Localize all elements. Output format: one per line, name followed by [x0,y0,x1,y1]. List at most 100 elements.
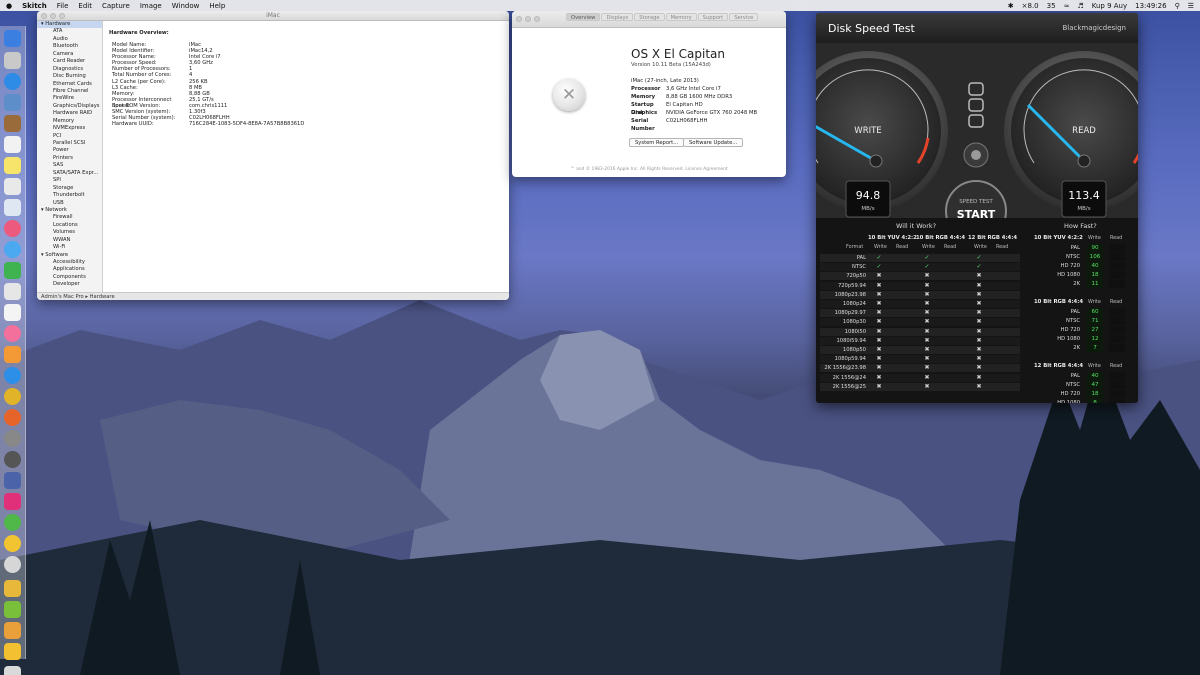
sidebar-item[interactable]: Card Reader [37,58,102,65]
sidebar-item[interactable]: Applications [37,266,102,273]
yellow-app-icon[interactable] [4,535,21,552]
trash-icon[interactable] [4,666,21,675]
menu-app-name[interactable]: Skitch [22,2,47,10]
sidebar-item[interactable]: Printers [37,155,102,162]
sidebar-item[interactable]: SATA/SATA Expr... [37,170,102,177]
sidebar-item[interactable]: Accessibility [37,259,102,266]
zoom-status[interactable]: ×8.0 [1022,2,1039,10]
about-titlebar[interactable]: Overview Displays Storage Memory Support Serv… [512,11,786,28]
app-store-icon[interactable] [4,367,21,384]
tab-overview[interactable]: Overview [566,13,601,21]
notification-center-icon[interactable]: ☰ [1188,2,1194,10]
sidebar-item[interactable]: Diagnostics [37,66,102,73]
sidebar-item[interactable]: Ethernet Cards [37,81,102,88]
sidebar-item[interactable]: SAS [37,162,102,169]
messages-icon[interactable] [4,241,21,258]
software-update-button[interactable]: Software Update... [683,138,744,147]
file-size-selectors[interactable] [968,82,984,128]
sidebar-item[interactable]: SPI [37,177,102,184]
sidebar-item[interactable]: Parallel SCSI [37,140,102,147]
menu-date[interactable]: Kup 9 Auy [1092,2,1127,10]
sidebar-category[interactable]: ▾ Network [37,207,102,214]
tab-storage[interactable]: Storage [634,13,665,21]
tab-service[interactable]: Service [729,13,759,21]
finder-icon[interactable] [4,30,21,47]
launchpad-icon[interactable] [4,52,21,69]
sidebar-item[interactable]: Developer [37,281,102,288]
sidebar-item[interactable]: Hardware RAID [37,110,102,117]
apple-icon[interactable]: ● [6,2,12,10]
textedit-icon[interactable] [4,199,21,216]
sidebar-item[interactable]: Bluetooth [37,43,102,50]
wifi-icon[interactable]: ≈ [1064,2,1070,10]
sidebar-item[interactable]: Graphics/Displays [37,103,102,110]
close-icon[interactable] [516,16,522,22]
sidebar-item[interactable]: Audio [37,36,102,43]
zoom-icon[interactable] [59,13,65,19]
sidebar-item[interactable]: PCI [37,133,102,140]
minimize-icon[interactable] [50,13,56,19]
volume-icon[interactable]: ♬ [1077,2,1083,10]
sidebar-item[interactable]: WWAN [37,237,102,244]
sidebar-item[interactable]: USB [37,200,102,207]
green-app-icon[interactable] [4,514,21,531]
firefox-icon[interactable] [4,409,21,426]
facetime-icon[interactable] [4,262,21,279]
numbers-icon[interactable] [4,283,21,300]
sidebar-category[interactable]: ▾ Hardware [37,21,102,29]
heart-app-icon[interactable] [4,493,21,510]
menu-image[interactable]: Image [140,2,162,10]
minimize-icon[interactable] [525,16,531,22]
font-app-icon[interactable] [4,580,21,597]
sidebar-item[interactable]: Disc Burning [37,73,102,80]
contacts-icon[interactable] [4,115,21,132]
system-report-button[interactable]: System Report... [629,138,685,147]
bluetooth-icon[interactable]: ✱ [1008,2,1014,10]
menu-window[interactable]: Window [172,2,200,10]
sidebar-item[interactable]: Storage [37,185,102,192]
sidebar-item[interactable]: Components [37,274,102,281]
sidebar-item[interactable]: Thunderbolt [37,192,102,199]
tab-displays[interactable]: Displays [601,13,634,21]
keynote-icon[interactable] [4,304,21,321]
menu-file[interactable]: File [57,2,69,10]
menu-capture[interactable]: Capture [102,2,130,10]
reminders-icon[interactable] [4,178,21,195]
sidebar-item[interactable]: Volumes [37,229,102,236]
sidebar-item[interactable]: ATA [37,28,102,35]
disk-speed-test-icon[interactable] [4,451,21,468]
itunes-icon[interactable] [4,325,21,342]
skitch-icon[interactable] [4,622,21,639]
sysinfo-titlebar[interactable]: iMac [37,11,509,21]
tab-support[interactable]: Support [697,13,729,21]
sidebar-item[interactable]: NVMExpress [37,125,102,132]
sidebar-item[interactable]: Power [37,147,102,154]
menu-help[interactable]: Help [209,2,225,10]
menu-edit[interactable]: Edit [78,2,92,10]
menu-clock[interactable]: 13:49:26 [1135,2,1166,10]
sidebar-item[interactable]: Locations [37,222,102,229]
sidebar-item[interactable]: FireWire [37,95,102,102]
photos-icon[interactable] [4,220,21,237]
dst-header[interactable]: Disk Speed Test Blackmagicdesign [816,13,1138,43]
sidebar-category[interactable]: ▾ Software [37,252,102,259]
sidebar-item[interactable]: Camera [37,51,102,58]
ibooks-icon[interactable] [4,346,21,363]
sidebar-item[interactable]: Memory [37,118,102,125]
settings-gear-icon[interactable] [963,142,989,168]
spotlight-icon[interactable]: ⚲ [1175,2,1180,10]
checklist-icon[interactable] [4,643,21,660]
disk-utility-icon[interactable] [4,556,21,573]
calendar-icon[interactable] [4,136,21,153]
zoom-icon[interactable] [534,16,540,22]
sidebar-item[interactable]: Fibre Channel [37,88,102,95]
sidebar-item[interactable]: Wi-Fi [37,244,102,251]
sidebar-item[interactable]: Firewall [37,214,102,221]
spreadsheet-icon[interactable] [4,601,21,618]
mountain-app-icon[interactable] [4,472,21,489]
tab-memory[interactable]: Memory [665,13,697,21]
notes-icon[interactable] [4,157,21,174]
close-icon[interactable] [41,13,47,19]
preview-icon[interactable] [4,94,21,111]
battery-status[interactable]: 35 [1047,2,1056,10]
